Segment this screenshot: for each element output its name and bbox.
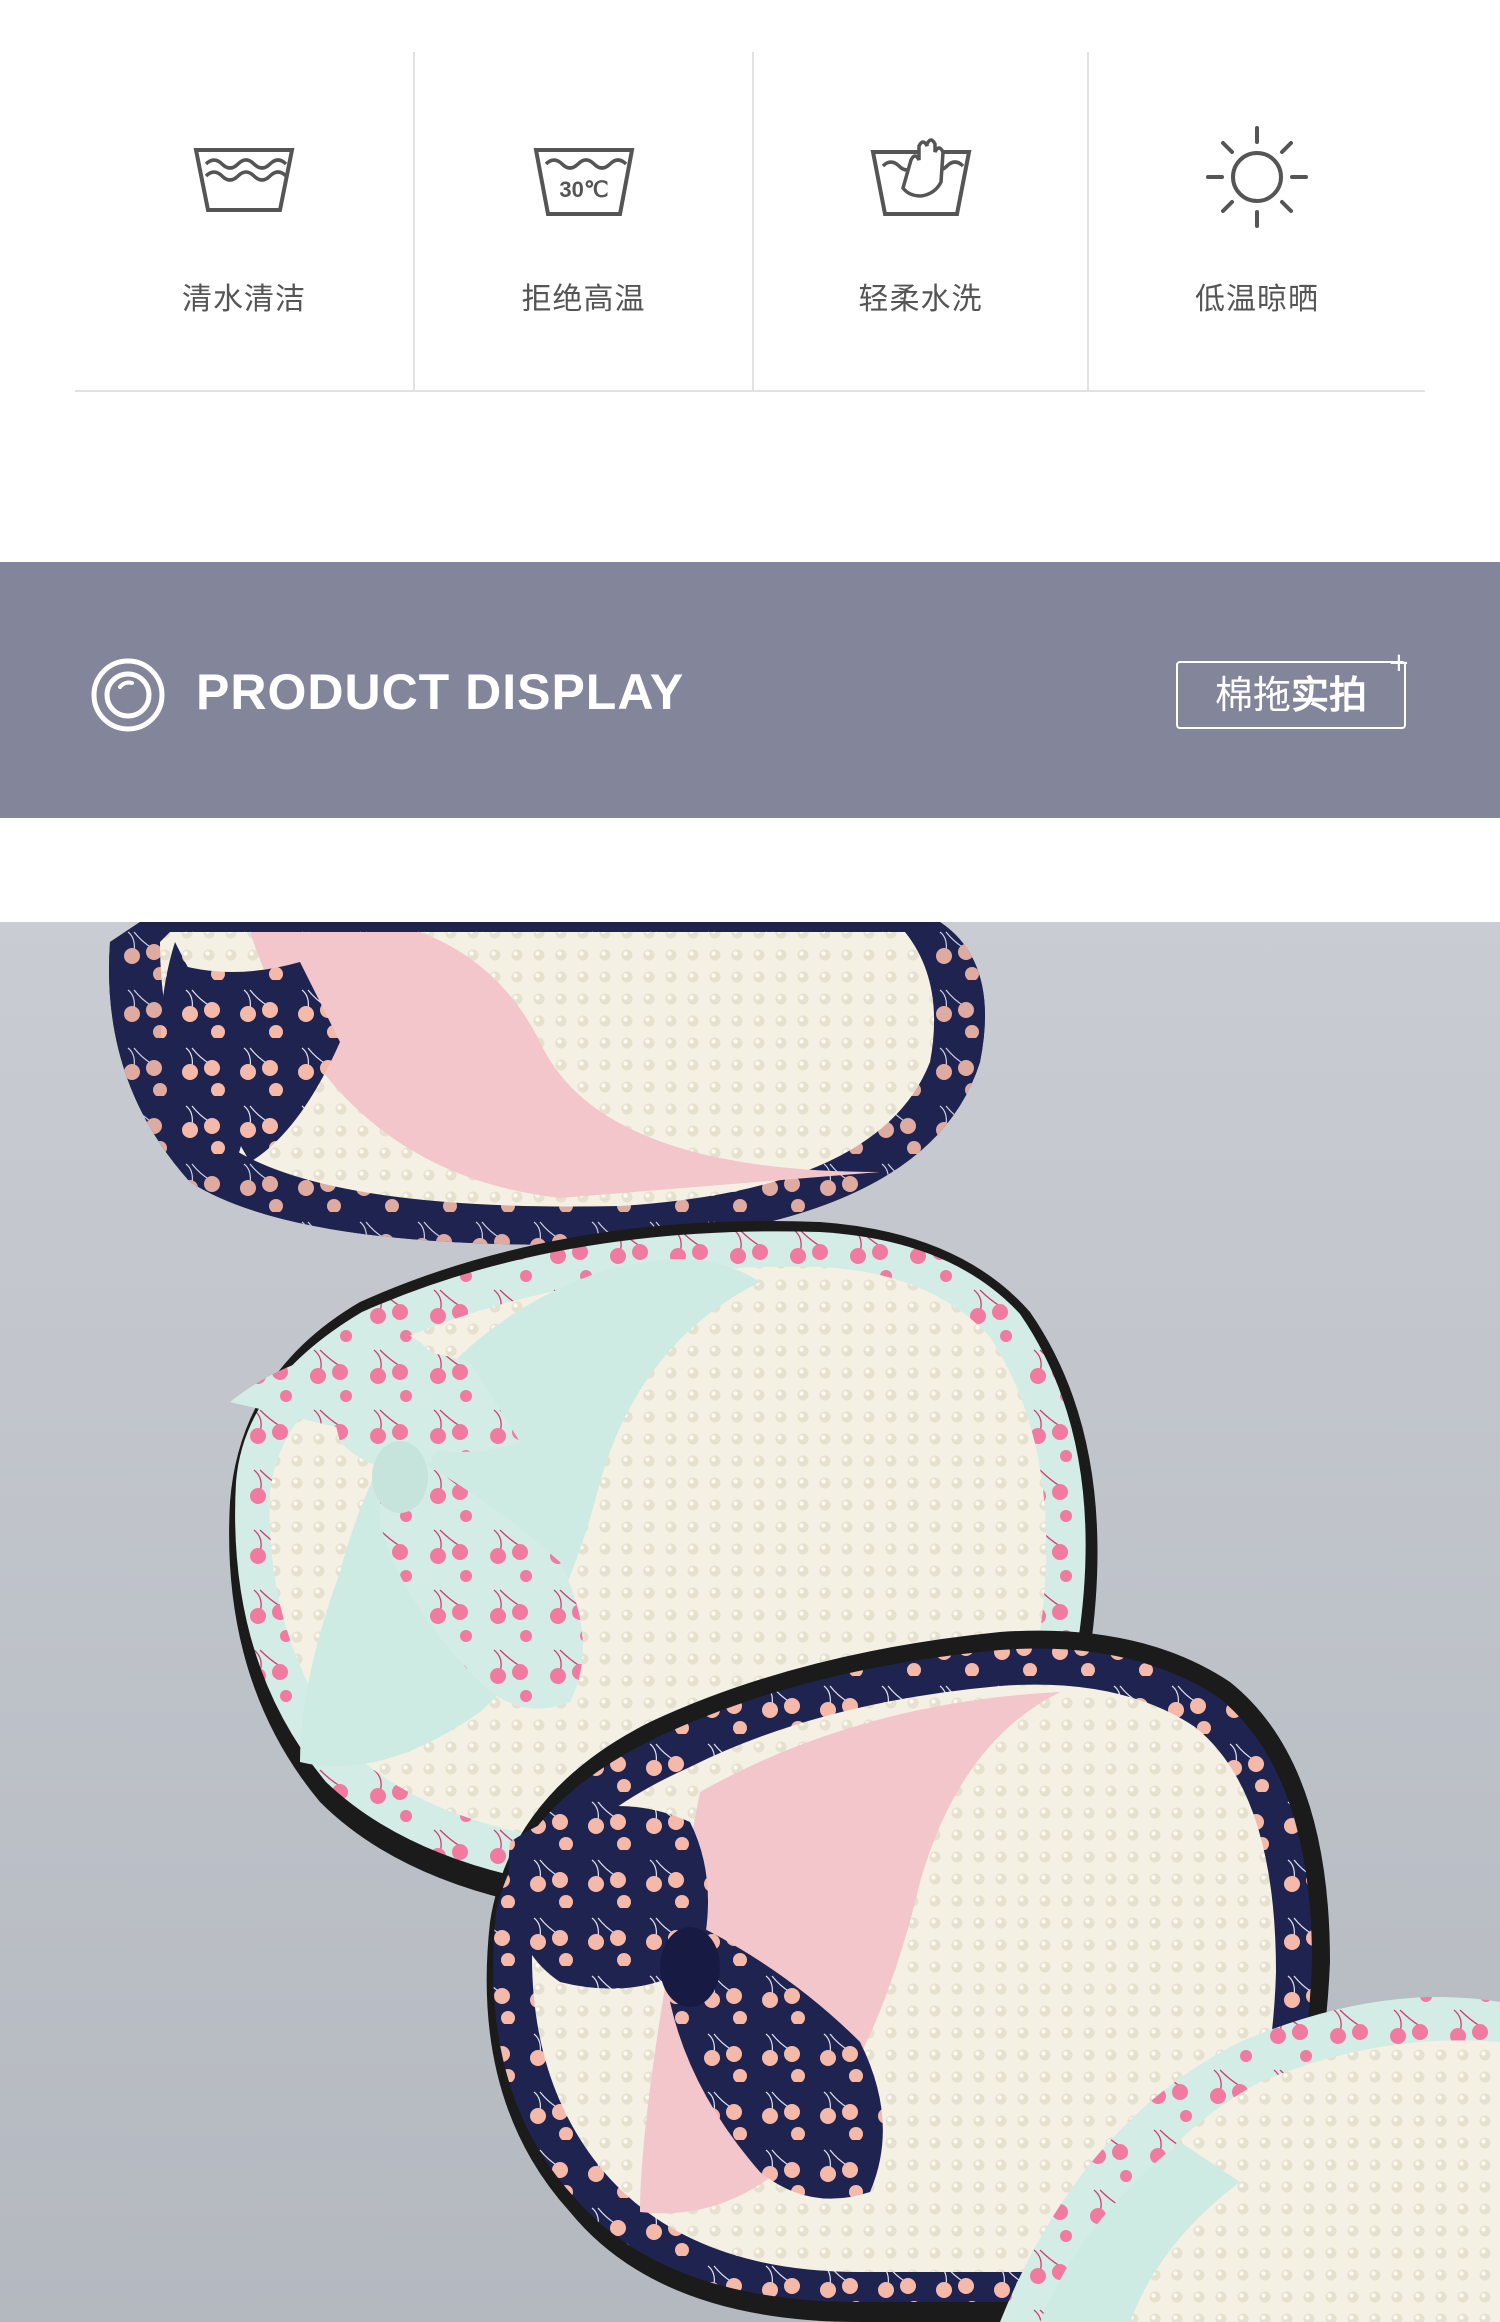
hand-wash-icon — [870, 138, 971, 216]
care-label: 轻柔水洗 — [858, 282, 983, 317]
care-instructions: 清水清洁 30℃ 拒绝高温 轻柔水洗 低温晾晒 — [0, 0, 1500, 560]
wash-water-icon — [193, 148, 295, 212]
slipper-navy-top — [109, 922, 985, 1245]
tag-bold-text: 实拍 — [1291, 673, 1368, 717]
banner-title: PRODUCT DISPLAY — [196, 664, 685, 720]
plus-icon: + — [1388, 648, 1410, 678]
care-label: 清水清洁 — [182, 282, 306, 317]
temperature-text: 30℃ — [559, 177, 608, 202]
wash-30c-icon: 30℃ — [533, 148, 634, 216]
care-grid: 清水清洁 30℃ 拒绝高温 轻柔水洗 低温晾晒 — [75, 52, 1425, 392]
care-label: 低温晾晒 — [1195, 282, 1319, 317]
sun-dry-icon — [1206, 126, 1308, 228]
care-item-low-temp-dry: 低温晾晒 — [1089, 52, 1425, 390]
care-item-no-high-temp: 30℃ 拒绝高温 — [415, 52, 752, 390]
product-display-banner: PRODUCT DISPLAY 棉拖实拍 + — [0, 562, 1500, 818]
care-item-clean-water: 清水清洁 — [75, 52, 413, 390]
slippers-illustration — [109, 922, 1500, 2322]
product-photo — [0, 922, 1500, 2322]
care-item-gentle-wash: 轻柔水洗 — [754, 52, 1087, 390]
banner-tag: 棉拖实拍 — [1176, 661, 1406, 729]
tag-regular-text: 棉拖 — [1214, 673, 1291, 717]
care-label: 拒绝高温 — [521, 282, 646, 317]
ring-logo-icon — [91, 658, 165, 732]
